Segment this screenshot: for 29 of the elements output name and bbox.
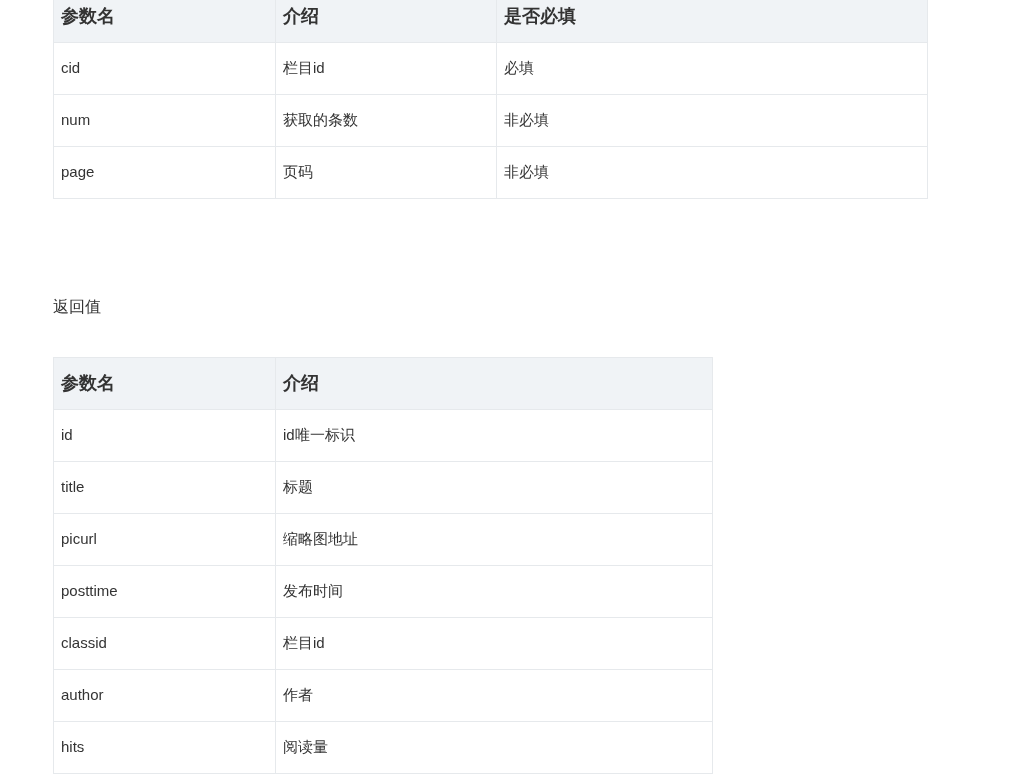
- table-cell: 发布时间: [275, 565, 713, 618]
- table-cell: 阅读量: [275, 721, 713, 774]
- column-header: 是否必填: [496, 0, 928, 43]
- table-cell: classid: [53, 617, 276, 670]
- table-cell: cid: [53, 42, 276, 95]
- table-cell: id: [53, 409, 276, 462]
- column-header: 介绍: [275, 357, 713, 410]
- table-cell: num: [53, 94, 276, 147]
- table-cell: page: [53, 146, 276, 199]
- table-cell: id唯一标识: [275, 409, 713, 462]
- table-cell: hits: [53, 721, 276, 774]
- column-header: 参数名: [53, 0, 276, 43]
- table-cell: posttime: [53, 565, 276, 618]
- table-cell: title: [53, 461, 276, 514]
- table-cell: 页码: [275, 146, 497, 199]
- table-cell: 标题: [275, 461, 713, 514]
- column-header: 介绍: [275, 0, 497, 43]
- table-cell: 作者: [275, 669, 713, 722]
- table-cell: 栏目id: [275, 42, 497, 95]
- table-cell: author: [53, 669, 276, 722]
- table-cell: 非必填: [496, 94, 928, 147]
- table-cell: picurl: [53, 513, 276, 566]
- table-cell: 栏目id: [275, 617, 713, 670]
- section-label: 返回值: [53, 297, 102, 317]
- table-cell: 必填: [496, 42, 928, 95]
- table-cell: 非必填: [496, 146, 928, 199]
- table-cell: 缩略图地址: [275, 513, 713, 566]
- table-cell: 获取的条数: [275, 94, 497, 147]
- column-header: 参数名: [53, 357, 276, 410]
